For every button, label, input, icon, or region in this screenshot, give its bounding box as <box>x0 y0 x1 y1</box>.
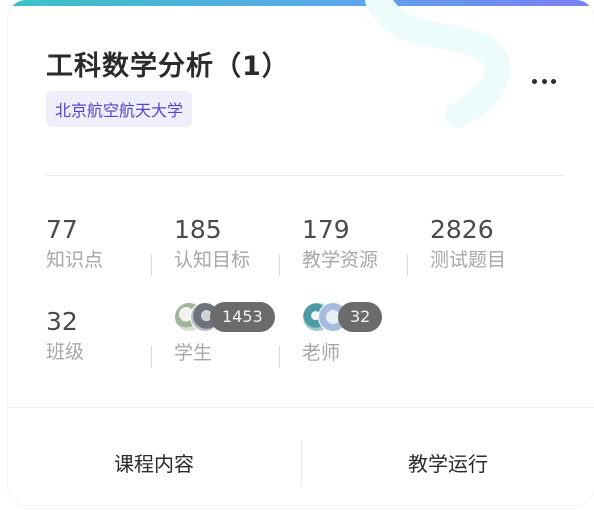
more-dots-icon <box>532 78 537 84</box>
course-title: 工科数学分析（1） <box>46 51 290 82</box>
stat-label: 知识点 <box>46 249 104 271</box>
stat-value: 179 <box>302 215 350 244</box>
stat-label: 认知目标 <box>174 249 251 271</box>
stat-cognitive-goals: 185 认知目标 <box>174 216 294 272</box>
teacher-count-badge: 32 <box>338 302 383 332</box>
more-options-button[interactable] <box>526 70 562 92</box>
student-count-badge: 1453 <box>210 302 275 332</box>
stat-label: 班级 <box>46 341 85 363</box>
stat-value: 77 <box>46 215 78 244</box>
stat-teaching-resources: 179 教学资源 <box>302 216 422 272</box>
stat-label: 测试题目 <box>430 249 507 271</box>
course-content-button[interactable]: 课程内容 <box>8 440 300 484</box>
stat-separator <box>279 254 280 276</box>
stat-separator <box>151 254 152 276</box>
stat-test-questions: 2826 测试题目 <box>430 216 550 272</box>
stat-knowledge-points: 77 知识点 <box>46 216 166 272</box>
stat-separator <box>151 346 152 368</box>
stat-label: 老师 <box>302 342 341 364</box>
school-tag: 北京航空航天大学 <box>46 91 193 127</box>
decorative-swirl <box>365 0 511 128</box>
header-divider <box>46 175 564 176</box>
student-avatars[interactable]: 1453 <box>174 301 275 333</box>
stat-value: 2826 <box>430 215 494 244</box>
stat-classes: 32 班级 <box>46 308 166 364</box>
stat-value: 185 <box>174 215 222 244</box>
stat-label: 学生 <box>174 342 213 364</box>
stat-students: 学生 <box>174 341 294 365</box>
stat-value: 32 <box>46 307 78 336</box>
teacher-avatars[interactable]: 32 <box>302 301 383 333</box>
stat-separator <box>407 254 408 276</box>
stat-teachers: 老师 <box>302 341 422 365</box>
course-card[interactable]: 工科数学分析（1） 北京航空航天大学 77 知识点 185 认知目标 179 教… <box>8 0 594 505</box>
stat-label: 教学资源 <box>302 249 379 271</box>
stat-separator <box>279 346 280 368</box>
footer-divider <box>8 407 594 408</box>
teaching-operation-button[interactable]: 教学运行 <box>302 440 594 484</box>
